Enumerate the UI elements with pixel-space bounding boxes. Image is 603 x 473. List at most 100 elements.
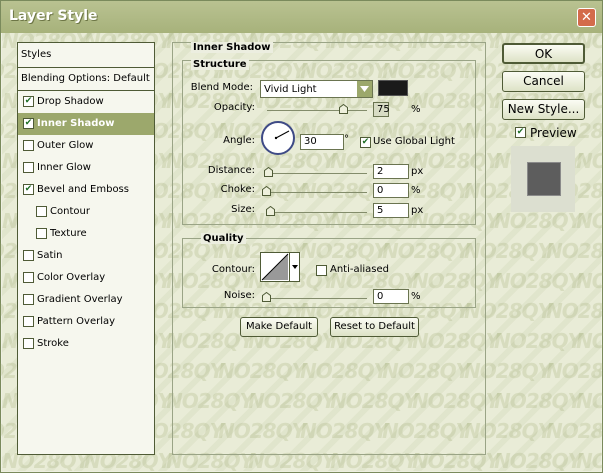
opacity-input[interactable]: 75 bbox=[373, 102, 390, 117]
style-item-contour[interactable]: Contour bbox=[18, 201, 154, 223]
size-input[interactable]: 5 bbox=[373, 203, 409, 218]
angle-needle-icon bbox=[274, 130, 290, 140]
distance-label: Distance: bbox=[207, 165, 255, 176]
watermark-tile: NO28QY bbox=[576, 209, 603, 233]
style-item-checkbox[interactable] bbox=[23, 338, 34, 349]
style-item-inner-shadow[interactable]: ✔ Inner Shadow bbox=[18, 113, 154, 135]
blending-options-item[interactable]: Blending Options: Default bbox=[18, 68, 154, 91]
style-item-label: Texture bbox=[50, 228, 87, 239]
style-item-inner-glow[interactable]: Inner Glow bbox=[18, 157, 154, 179]
style-item-label: Inner Glow bbox=[37, 162, 91, 173]
distance-unit: px bbox=[411, 166, 424, 177]
cancel-button[interactable]: Cancel bbox=[502, 71, 585, 92]
distance-value: 2 bbox=[377, 166, 384, 177]
style-item-checkbox[interactable] bbox=[23, 294, 34, 305]
angle-label: Angle: bbox=[223, 135, 255, 146]
use-global-light-checkbox[interactable]: ✔ bbox=[360, 137, 371, 148]
opacity-unit: % bbox=[411, 104, 421, 115]
anti-aliased-checkbox[interactable] bbox=[316, 265, 327, 276]
new-style-button[interactable]: New Style... bbox=[502, 99, 585, 120]
watermark-tile: NO28QY bbox=[494, 269, 582, 293]
style-item-checkbox[interactable] bbox=[23, 272, 34, 283]
distance-slider-thumb[interactable] bbox=[264, 167, 273, 177]
watermark-tile: NO28QY bbox=[546, 419, 603, 443]
preview-label: Preview bbox=[530, 126, 577, 140]
style-item-gradient-overlay[interactable]: Gradient Overlay bbox=[18, 289, 154, 311]
watermark-tile: NO28QY bbox=[494, 329, 582, 353]
style-item-color-overlay[interactable]: Color Overlay bbox=[18, 267, 154, 289]
contour-linear-icon bbox=[261, 253, 289, 281]
opacity-slider-track bbox=[267, 110, 367, 111]
style-item-label: Satin bbox=[37, 250, 63, 261]
style-item-label: Gradient Overlay bbox=[37, 294, 123, 305]
style-item-label: Contour bbox=[50, 206, 90, 217]
style-item-pattern-overlay[interactable]: Pattern Overlay bbox=[18, 311, 154, 333]
styles-list: Styles Blending Options: Default ✔ Drop S… bbox=[17, 42, 155, 455]
style-item-bevel-and-emboss[interactable]: ✔ Bevel and Emboss bbox=[18, 179, 154, 201]
size-value: 5 bbox=[377, 205, 384, 216]
noise-slider-track bbox=[267, 298, 367, 299]
contour-label: Contour: bbox=[211, 264, 255, 275]
choke-input[interactable]: 0 bbox=[373, 183, 409, 198]
blend-mode-select[interactable]: Vivid Light bbox=[260, 80, 373, 98]
contour-picker[interactable] bbox=[260, 252, 300, 282]
noise-input[interactable]: 0 bbox=[373, 289, 409, 304]
watermark-tile: NO28QY bbox=[576, 449, 603, 473]
size-label: Size: bbox=[231, 204, 255, 215]
watermark-tile: NO28QY bbox=[494, 389, 582, 413]
style-item-label: Color Overlay bbox=[37, 272, 106, 283]
ok-button[interactable]: OK bbox=[502, 43, 585, 64]
shadow-color-swatch[interactable] bbox=[378, 80, 408, 96]
style-item-checkbox[interactable] bbox=[23, 316, 34, 327]
style-item-drop-shadow[interactable]: ✔ Drop Shadow bbox=[18, 91, 154, 113]
quality-title: Quality bbox=[201, 233, 246, 244]
opacity-label: Opacity: bbox=[213, 102, 255, 113]
angle-input[interactable]: 30 bbox=[300, 134, 344, 150]
style-item-checkbox[interactable] bbox=[23, 162, 34, 173]
style-item-label: Pattern Overlay bbox=[37, 316, 116, 327]
angle-unit: ° bbox=[344, 134, 349, 145]
angle-dial[interactable] bbox=[261, 121, 295, 155]
distance-slider-track bbox=[267, 173, 367, 174]
style-item-label: Bevel and Emboss bbox=[37, 184, 129, 195]
noise-slider-thumb[interactable] bbox=[262, 292, 271, 302]
styles-header[interactable]: Styles bbox=[18, 43, 154, 68]
watermark-tile: NO28QY bbox=[576, 389, 603, 413]
use-global-light-label: Use Global Light bbox=[373, 136, 455, 147]
style-item-satin[interactable]: Satin bbox=[18, 245, 154, 267]
style-item-checkbox[interactable] bbox=[36, 206, 47, 217]
preview-checkbox[interactable]: ✔ bbox=[515, 127, 526, 138]
style-item-label: Outer Glow bbox=[37, 140, 94, 151]
style-item-checkbox[interactable]: ✔ bbox=[23, 184, 34, 195]
structure-title: Structure bbox=[191, 59, 249, 70]
style-item-outer-glow[interactable]: Outer Glow bbox=[18, 135, 154, 157]
style-item-texture[interactable]: Texture bbox=[18, 223, 154, 245]
angle-value: 30 bbox=[304, 136, 317, 147]
preview-thumbnail bbox=[527, 162, 561, 196]
choke-slider-track bbox=[267, 192, 367, 193]
choke-value: 0 bbox=[377, 185, 384, 196]
style-item-stroke[interactable]: Stroke bbox=[18, 333, 154, 355]
styles-label: Styles bbox=[21, 49, 52, 60]
style-item-checkbox[interactable] bbox=[36, 228, 47, 239]
style-item-checkbox[interactable] bbox=[23, 250, 34, 261]
watermark-tile: NO28QY bbox=[546, 299, 603, 323]
watermark-tile: NO28QY bbox=[576, 329, 603, 353]
size-slider-thumb[interactable] bbox=[266, 206, 275, 216]
style-item-label: Inner Shadow bbox=[37, 118, 115, 129]
watermark-tile: NO28QY bbox=[546, 239, 603, 263]
blend-mode-label: Blend Mode: bbox=[190, 82, 253, 93]
style-item-checkbox[interactable]: ✔ bbox=[23, 96, 34, 107]
choke-slider-thumb[interactable] bbox=[262, 186, 271, 196]
watermark-tile: NO28QY bbox=[494, 449, 582, 473]
style-item-checkbox[interactable]: ✔ bbox=[23, 118, 34, 129]
close-button[interactable]: ✕ bbox=[577, 8, 596, 27]
watermark-tile: NO28QY bbox=[546, 359, 603, 383]
reset-to-default-button[interactable]: Reset to Default bbox=[330, 317, 419, 337]
opacity-value: 75 bbox=[377, 104, 390, 115]
distance-input[interactable]: 2 bbox=[373, 164, 409, 179]
watermark-tile: NO28QY bbox=[494, 209, 582, 233]
opacity-slider-thumb[interactable] bbox=[339, 104, 348, 114]
make-default-button[interactable]: Make Default bbox=[240, 317, 318, 337]
style-item-checkbox[interactable] bbox=[23, 140, 34, 151]
